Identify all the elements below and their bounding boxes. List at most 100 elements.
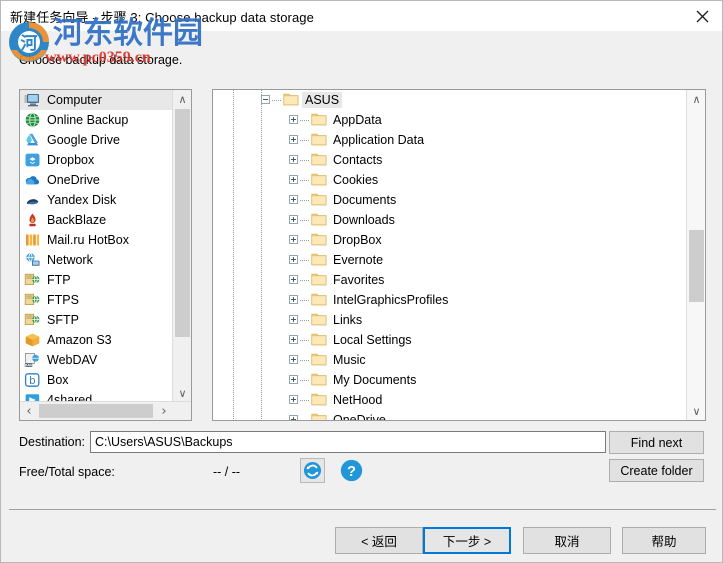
- folder-tree-node[interactable]: Music: [213, 350, 685, 370]
- tree-expand-icon[interactable]: [289, 215, 298, 224]
- folder-tree-node[interactable]: Evernote: [213, 250, 685, 270]
- computer-icon: [24, 92, 42, 108]
- storage-list-item[interactable]: FTPS: [20, 290, 172, 310]
- storage-list-item[interactable]: Online Backup: [20, 110, 172, 130]
- storage-list-item[interactable]: Google Drive: [20, 130, 172, 150]
- tree-expand-icon[interactable]: [289, 415, 298, 420]
- tree-guide-lines: [213, 130, 685, 150]
- folder-tree-node-label: Application Data: [333, 133, 425, 147]
- storage-list-item[interactable]: OneDrive: [20, 170, 172, 190]
- tree-expand-icon[interactable]: [289, 195, 298, 204]
- folder-tree-node[interactable]: Local Settings: [213, 330, 685, 350]
- tree-expand-icon[interactable]: [289, 375, 298, 384]
- tree-expand-icon[interactable]: [289, 155, 298, 164]
- folder-icon: [311, 313, 327, 326]
- yandex-disk-icon: [24, 192, 42, 208]
- help-button[interactable]: 帮助: [622, 527, 706, 554]
- tree-guide-lines: [213, 190, 685, 210]
- storage-list-item[interactable]: Computer: [20, 90, 172, 110]
- storage-list-item[interactable]: Mail.ru HotBox: [20, 230, 172, 250]
- storage-list-item[interactable]: BackBlaze: [20, 210, 172, 230]
- folder-icon: [311, 173, 327, 186]
- destination-input[interactable]: [90, 431, 606, 453]
- svg-text:DAV: DAV: [25, 363, 33, 367]
- storage-list-item[interactable]: SFTP: [20, 310, 172, 330]
- free-total-space-value: -- / --: [213, 465, 241, 479]
- scroll-right-arrow-icon[interactable]: ›: [155, 402, 173, 420]
- cancel-button[interactable]: 取消: [523, 527, 611, 554]
- folder-tree-node[interactable]: Contacts: [213, 150, 685, 170]
- help-circle-icon[interactable]: ?: [340, 459, 363, 482]
- scrollbar-thumb-horizontal[interactable]: [39, 404, 153, 418]
- tree-expand-icon[interactable]: [289, 295, 298, 304]
- folder-tree-node[interactable]: AppData: [213, 110, 685, 130]
- folder-icon: [311, 233, 327, 246]
- tree-guide-lines: [213, 250, 685, 270]
- storage-list[interactable]: Computer Online Backup Google Drive Dropbox…: [20, 90, 172, 402]
- refresh-button[interactable]: [300, 458, 325, 483]
- storage-list-item[interactable]: Dropbox: [20, 150, 172, 170]
- storage-list-item[interactable]: DAV WebDAV: [20, 350, 172, 370]
- folder-tree-node-label: DropBox: [333, 233, 382, 247]
- free-total-space-label: Free/Total space:: [19, 465, 115, 479]
- folder-tree-node[interactable]: Cookies: [213, 170, 685, 190]
- tree-scroll-down-arrow-icon[interactable]: ∨: [687, 402, 705, 420]
- scroll-left-arrow-icon[interactable]: ‹: [20, 402, 38, 420]
- storage-list-vertical-scrollbar[interactable]: ∧ ∨: [172, 90, 191, 402]
- storage-list-item[interactable]: FTP: [20, 270, 172, 290]
- folder-tree-node[interactable]: Links: [213, 310, 685, 330]
- folder-icon: [311, 212, 327, 226]
- folder-icon: [311, 172, 327, 186]
- folder-icon: [311, 353, 327, 366]
- scroll-left-glyph: ‹: [26, 403, 32, 419]
- folder-tree-node[interactable]: IntelGraphicsProfiles: [213, 290, 685, 310]
- folder-tree-node[interactable]: Documents: [213, 190, 685, 210]
- tree-expand-icon[interactable]: [289, 255, 298, 264]
- find-next-button[interactable]: Find next: [609, 431, 704, 454]
- folder-tree-node[interactable]: DropBox: [213, 230, 685, 250]
- tree-expand-icon[interactable]: [289, 335, 298, 344]
- folder-tree-node-label: Documents: [333, 193, 397, 207]
- tree-expand-icon[interactable]: [289, 235, 298, 244]
- folder-tree-node[interactable]: Downloads: [213, 210, 685, 230]
- storage-list-horizontal-scrollbar[interactable]: ‹ ›: [20, 401, 191, 420]
- scrollbar-thumb[interactable]: [175, 109, 190, 337]
- folder-tree-node[interactable]: ASUS: [213, 90, 685, 110]
- tree-expand-icon[interactable]: [289, 355, 298, 364]
- create-folder-button[interactable]: Create folder: [609, 459, 704, 482]
- storage-list-item[interactable]: Amazon S3: [20, 330, 172, 350]
- folder-tree-node[interactable]: My Documents: [213, 370, 685, 390]
- tree-expand-icon[interactable]: [289, 315, 298, 324]
- folder-tree-node[interactable]: OneDrive: [213, 410, 685, 420]
- tree-scrollbar-thumb[interactable]: [689, 230, 704, 302]
- scroll-down-arrow-icon[interactable]: ∨: [173, 384, 191, 402]
- tree-expand-icon[interactable]: [289, 175, 298, 184]
- folder-icon: [311, 232, 327, 246]
- tree-expand-icon[interactable]: [289, 395, 298, 404]
- storage-list-item[interactable]: Yandex Disk: [20, 190, 172, 210]
- storage-list-item[interactable]: b Box: [20, 370, 172, 390]
- network-icon: [26, 253, 40, 266]
- tree-expand-icon[interactable]: [289, 275, 298, 284]
- scroll-right-glyph: ›: [161, 403, 167, 419]
- storage-list-item-label: Amazon S3: [47, 333, 112, 347]
- folder-tree-node[interactable]: Favorites: [213, 270, 685, 290]
- tree-expand-icon[interactable]: [289, 115, 298, 124]
- ftps-icon: [24, 293, 40, 305]
- folder-tree[interactable]: ASUS AppData Application Data Contacts Cooki…: [213, 90, 685, 420]
- scroll-up-arrow-icon[interactable]: ∧: [173, 90, 191, 108]
- back-button[interactable]: < 返回: [335, 527, 423, 554]
- close-button[interactable]: [680, 1, 722, 31]
- storage-list-item[interactable]: Network: [20, 250, 172, 270]
- folder-tree-node-label: Local Settings: [333, 333, 412, 347]
- folder-tree-node[interactable]: Application Data: [213, 130, 685, 150]
- next-button[interactable]: 下一步 >: [423, 527, 511, 554]
- tree-expand-icon[interactable]: [289, 135, 298, 144]
- tree-collapse-icon[interactable]: [261, 95, 270, 104]
- network-icon: [24, 252, 42, 268]
- tree-scroll-up-arrow-icon[interactable]: ∧: [687, 90, 705, 108]
- storage-list-item-label: FTP: [47, 273, 71, 287]
- folder-tree-node[interactable]: NetHood: [213, 390, 685, 410]
- onedrive-icon: [24, 172, 42, 188]
- folder-tree-vertical-scrollbar[interactable]: ∧ ∨: [686, 90, 705, 420]
